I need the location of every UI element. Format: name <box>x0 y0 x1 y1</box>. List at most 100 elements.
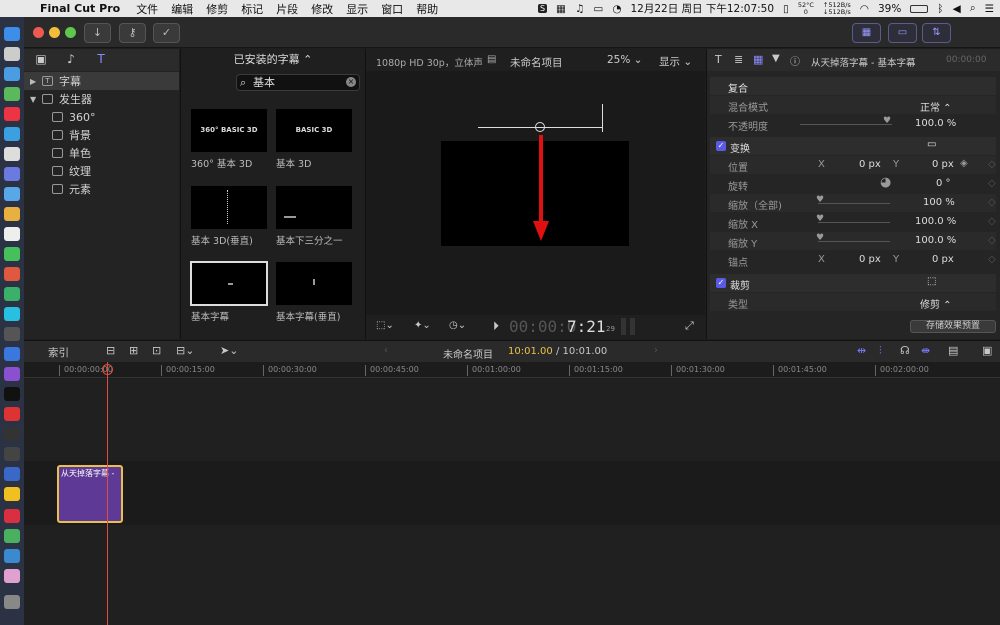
dock-app-icon[interactable] <box>4 549 20 563</box>
view-popup[interactable]: 显示 ⌄ <box>659 54 692 69</box>
zoom-window-button[interactable] <box>65 27 76 38</box>
dock-app-icon[interactable] <box>4 47 20 61</box>
slider-knob-icon[interactable]: ♥ <box>883 116 891 126</box>
volume-icon[interactable]: ◀ <box>953 3 961 15</box>
menu-app-name[interactable]: Final Cut Pro <box>40 2 120 15</box>
close-window-button[interactable] <box>33 27 44 38</box>
rotation-value[interactable]: 0 ° <box>936 178 951 189</box>
crop-checkbox[interactable]: ✓ <box>716 278 726 288</box>
zoom-popup[interactable]: 25% ⌄ <box>607 54 642 66</box>
transform-tool-icon[interactable]: ⬚⌄ <box>376 320 394 331</box>
dock-app-icon[interactable] <box>4 267 20 281</box>
position-x-value[interactable]: 0 px <box>859 159 881 170</box>
network-readout[interactable]: ↑512B/s ↓512B/s <box>823 1 851 16</box>
show-inspector-button[interactable]: ⇅ <box>922 23 951 43</box>
dock-app-icon[interactable] <box>4 509 20 523</box>
menu-help[interactable]: 帮助 <box>416 1 438 17</box>
dock-app-icon[interactable] <box>4 27 20 41</box>
dock-app-icon[interactable] <box>4 487 20 501</box>
history-back-icon[interactable]: ‹ <box>384 345 388 356</box>
audio-skimming-icon[interactable]: ⫶ <box>879 344 882 358</box>
keyframe-diamond-icon[interactable]: ◇ <box>988 216 996 227</box>
color-inspector-icon[interactable]: ▼ <box>772 53 780 64</box>
import-button[interactable]: ↓ <box>84 23 111 43</box>
title-thumbnail[interactable] <box>276 186 352 229</box>
dock-app-icon[interactable] <box>4 387 20 401</box>
slider-knob-icon[interactable]: ♥ <box>816 233 824 243</box>
slider-knob-icon[interactable]: ♥ <box>816 195 824 205</box>
keyframe-diamond-icon[interactable]: ◇ <box>988 235 996 246</box>
crop-section[interactable]: ✓ 裁剪 ⬚ <box>710 274 996 292</box>
dock-app-icon[interactable] <box>4 187 20 201</box>
sidebar-item-elements[interactable]: 元素 <box>52 180 91 198</box>
anchor-x-value[interactable]: 0 px <box>859 254 881 265</box>
dock-app-icon[interactable] <box>4 467 20 481</box>
disclosure-triangle-icon[interactable]: ▶ <box>30 77 42 86</box>
menu-trim[interactable]: 修剪 <box>206 1 228 17</box>
status-message-icon[interactable]: ▭ <box>593 3 603 15</box>
status-stats-icon[interactable]: ▯ <box>783 3 789 15</box>
keyframe-icon[interactable]: ◈ <box>960 158 968 169</box>
status-music-icon[interactable]: ♫ <box>575 3 584 15</box>
temperature-readout[interactable]: 52°C 0 <box>798 1 814 16</box>
installed-titles-popup[interactable]: 已安装的字幕 ⌃ <box>181 49 365 71</box>
snapping-icon[interactable]: ⇼ <box>921 344 930 357</box>
blend-mode-popup[interactable]: 正常 ⌃ <box>920 99 952 114</box>
title-thumbnail[interactable]: 360° BASIC 3D <box>191 109 267 152</box>
dock-app-icon[interactable] <box>4 247 20 261</box>
scale-y-value[interactable]: 100.0 % <box>915 235 956 246</box>
bluetooth-icon[interactable]: ᛒ <box>937 3 943 15</box>
position-handle[interactable] <box>535 122 545 132</box>
trash-icon[interactable] <box>4 595 20 609</box>
timeline-ruler[interactable]: 00:00:00:00 00:00:15:00 00:00:30:00 00:0… <box>24 362 1000 378</box>
fullscreen-icon[interactable]: ⤢ <box>685 319 694 333</box>
video-inspector-icon[interactable]: ▦ <box>753 53 763 66</box>
select-tool-icon[interactable]: ➤⌄ <box>220 344 238 357</box>
title-clip[interactable]: 从天掉落字幕 - <box>57 465 123 523</box>
title-thumbnail[interactable]: BASIC 3D <box>276 109 352 152</box>
menu-clip[interactable]: 片段 <box>276 1 298 17</box>
menu-file[interactable]: 文件 <box>136 1 158 17</box>
scale-x-value[interactable]: 100.0 % <box>915 216 956 227</box>
info-inspector-icon[interactable]: ⓘ <box>790 53 800 68</box>
anchor-y-value[interactable]: 0 px <box>932 254 954 265</box>
dock-app-icon[interactable] <box>4 447 20 461</box>
background-tasks-button[interactable]: ✓ <box>153 23 180 43</box>
dock-app-icon[interactable] <box>4 207 20 221</box>
menu-mark[interactable]: 标记 <box>241 1 263 17</box>
opacity-slider[interactable] <box>800 124 892 125</box>
dock-app-icon[interactable] <box>4 67 20 81</box>
libraries-icon[interactable]: ▣ <box>32 52 50 67</box>
dock-app-icon[interactable] <box>4 167 20 181</box>
index-button[interactable]: 索引 <box>48 345 69 360</box>
transform-section[interactable]: ✓ 变换 ▭ <box>710 137 996 155</box>
compositing-section[interactable]: 复合 <box>710 77 996 95</box>
status-s-icon[interactable]: S <box>537 4 548 13</box>
keyframe-diamond-icon[interactable]: ◇ <box>988 178 996 189</box>
position-y-value[interactable]: 0 px <box>932 159 954 170</box>
onscreen-controls-icon[interactable]: ▭ <box>927 139 936 150</box>
show-timeline-button[interactable]: ▭ <box>888 23 917 43</box>
slider-knob-icon[interactable]: ♥ <box>816 214 824 224</box>
dock-app-icon[interactable] <box>4 127 20 141</box>
menu-view[interactable]: 显示 <box>346 1 368 17</box>
connect-clip-icon[interactable]: ⊟ <box>106 344 115 357</box>
disclosure-triangle-icon[interactable]: ▼ <box>30 95 42 104</box>
dock-app-icon[interactable] <box>4 407 20 421</box>
skimming-icon[interactable]: ⇹ <box>857 344 866 357</box>
append-clip-icon[interactable]: ⊡ <box>152 344 161 357</box>
keyframe-diamond-icon[interactable]: ◇ <box>988 254 996 265</box>
text-inspector-icon[interactable]: T <box>715 53 722 66</box>
status-time-icon[interactable]: ◔ <box>612 3 621 15</box>
overwrite-clip-icon[interactable]: ⊟⌄ <box>176 344 194 357</box>
sidebar-item-textures[interactable]: 纹理 <box>52 162 91 180</box>
opacity-value[interactable]: 100.0 % <box>915 118 956 129</box>
dock-app-icon[interactable] <box>4 367 20 381</box>
control-center-icon[interactable]: ☰ <box>985 3 994 15</box>
dock-app-icon[interactable] <box>4 87 20 101</box>
keyframe-diamond-icon[interactable]: ◇ <box>988 159 996 170</box>
dock-app-icon[interactable] <box>4 227 20 241</box>
status-grid-icon[interactable]: ▦ <box>556 3 566 15</box>
photos-audio-icon[interactable]: ♪ <box>62 52 80 67</box>
crop-type-popup[interactable]: 修剪 ⌃ <box>920 296 952 311</box>
